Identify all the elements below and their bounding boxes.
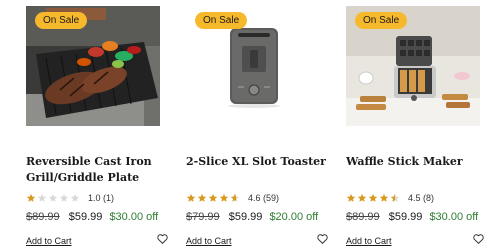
star-icon	[186, 193, 196, 203]
star-icon	[379, 193, 389, 203]
product-rating: 4.5 (8)	[346, 192, 434, 204]
star-icon	[59, 193, 69, 203]
price-row: $89.99 $59.99 $30.00 off	[346, 211, 478, 223]
star-icon	[37, 193, 47, 203]
savings-amount: $30.00 off	[109, 211, 159, 223]
product-title[interactable]: 2-Slice XL Slot Toaster	[186, 154, 336, 170]
star-icon	[26, 193, 36, 203]
on-sale-badge: On Sale	[35, 12, 88, 29]
sale-price: $59.99	[388, 211, 423, 223]
savings-amount: $20.00 off	[269, 211, 319, 223]
price-row: $79.99 $59.99 $20.00 off	[186, 211, 318, 223]
sale-price: $59.99	[228, 211, 263, 223]
product-title[interactable]: Reversible Cast Iron Grill/Griddle Plate	[26, 154, 176, 186]
heart-icon[interactable]	[473, 234, 484, 244]
add-to-cart-link[interactable]: Add to Cart	[346, 236, 392, 246]
star-icon	[219, 193, 229, 203]
product-rating: 4.6 (59)	[186, 192, 279, 204]
star-icon	[390, 193, 400, 203]
original-price: $89.99	[26, 211, 60, 223]
star-icon	[230, 193, 240, 203]
on-sale-badge: On Sale	[195, 12, 248, 29]
original-price: $89.99	[346, 211, 380, 223]
star-rating	[346, 193, 400, 203]
star-icon	[368, 193, 378, 203]
add-to-cart-link[interactable]: Add to Cart	[26, 236, 72, 246]
star-rating	[26, 193, 80, 203]
star-icon	[197, 193, 207, 203]
rating-text: 4.5 (8)	[408, 193, 435, 203]
product-card-grill-plate[interactable]: On Sale Reversible Cast Iron Grill/Gridd…	[26, 0, 174, 251]
star-icon	[208, 193, 218, 203]
product-card-toaster[interactable]: On Sale 2-Slice XL Slot Toaster 4.6 (59)…	[186, 0, 334, 251]
rating-text: 1.0 (1)	[88, 193, 115, 203]
product-rating: 1.0 (1)	[26, 192, 114, 204]
on-sale-badge: On Sale	[355, 12, 408, 29]
product-title[interactable]: Waffle Stick Maker	[346, 154, 496, 170]
savings-amount: $30.00 off	[429, 211, 479, 223]
star-icon	[357, 193, 367, 203]
heart-icon[interactable]	[317, 234, 328, 244]
price-row: $89.99 $59.99 $30.00 off	[26, 211, 158, 223]
add-to-cart-link[interactable]: Add to Cart	[186, 236, 232, 246]
star-rating	[186, 193, 240, 203]
star-icon	[70, 193, 80, 203]
product-card-waffle-maker[interactable]: On Sale Waffle Stick Maker 4.5 (8) $89.9…	[346, 0, 494, 251]
rating-text: 4.6 (59)	[248, 193, 280, 203]
heart-icon[interactable]	[157, 234, 168, 244]
star-icon	[48, 193, 58, 203]
sale-price: $59.99	[68, 211, 103, 223]
original-price: $79.99	[186, 211, 220, 223]
star-icon	[346, 193, 356, 203]
